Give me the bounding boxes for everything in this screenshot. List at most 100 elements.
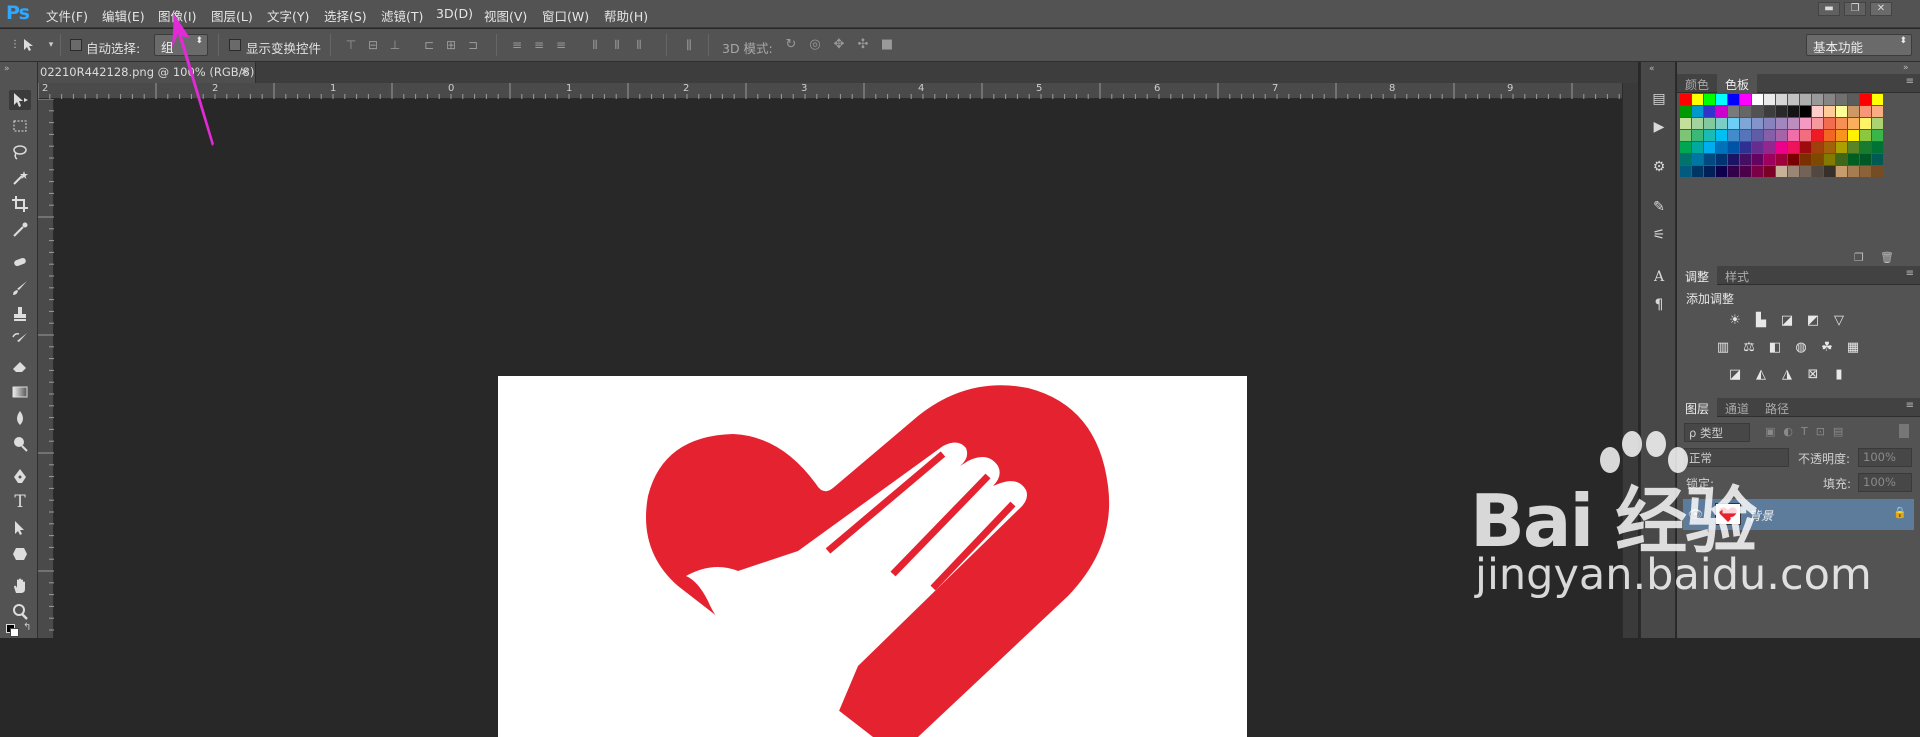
fill-field[interactable]: 100%	[1858, 473, 1912, 492]
horizontal-ruler[interactable]: 2 2 1 0 1 2 3 4 5 6 7 8 9	[38, 83, 1622, 99]
swatch[interactable]	[1776, 130, 1787, 141]
swatch[interactable]	[1764, 142, 1775, 153]
menu-filter[interactable]: 滤镜(T)	[381, 6, 423, 25]
swatch[interactable]	[1776, 118, 1787, 129]
3d-slide-icon[interactable]: ✣	[856, 38, 870, 52]
swatch[interactable]	[1716, 106, 1727, 117]
brush-panel-icon[interactable]: ✎	[1650, 198, 1668, 216]
color-swatches-mini[interactable]: ↰	[4, 622, 34, 638]
menu-type[interactable]: 文字(Y)	[267, 6, 309, 25]
align-left-icon[interactable]: ⊏	[422, 38, 436, 52]
swatch[interactable]	[1848, 118, 1859, 129]
swatch[interactable]	[1860, 94, 1871, 105]
swatch[interactable]	[1740, 142, 1751, 153]
swatch[interactable]	[1872, 142, 1883, 153]
swatch[interactable]	[1836, 106, 1847, 117]
swatch[interactable]	[1752, 118, 1763, 129]
swatch[interactable]	[1812, 142, 1823, 153]
swatch[interactable]	[1848, 142, 1859, 153]
swatch[interactable]	[1680, 106, 1691, 117]
swatch[interactable]	[1824, 142, 1835, 153]
swatch[interactable]	[1692, 166, 1703, 177]
document-canvas[interactable]	[498, 376, 1247, 737]
posterize-icon[interactable]: ◭	[1752, 367, 1770, 383]
swatch[interactable]	[1752, 142, 1763, 153]
swatch[interactable]	[1800, 142, 1811, 153]
swatch[interactable]	[1716, 166, 1727, 177]
shape-tool-icon[interactable]	[9, 544, 31, 564]
collapse-toolbar-icon[interactable]: »	[4, 64, 10, 74]
swatch[interactable]	[1728, 118, 1739, 129]
crop-tool-icon[interactable]	[9, 194, 31, 214]
layer-filter-kind-dropdown[interactable]: ρ 类型	[1684, 423, 1750, 442]
brightness-contrast-icon[interactable]: ☀	[1726, 313, 1744, 329]
swatch[interactable]	[1800, 118, 1811, 129]
path-selection-tool-icon[interactable]	[9, 518, 31, 538]
eraser-tool-icon[interactable]	[9, 356, 31, 376]
swatch[interactable]	[1692, 142, 1703, 153]
healing-brush-tool-icon[interactable]	[9, 252, 31, 272]
levels-icon[interactable]: ▙	[1752, 313, 1770, 329]
swatch[interactable]	[1740, 106, 1751, 117]
swatch[interactable]	[1764, 94, 1775, 105]
dodge-tool-icon[interactable]	[9, 434, 31, 454]
swatch[interactable]	[1788, 130, 1799, 141]
magic-wand-tool-icon[interactable]	[9, 168, 31, 188]
hue-saturation-icon[interactable]: ▥	[1714, 340, 1732, 356]
swatch[interactable]	[1680, 154, 1691, 165]
filter-toggle-switch[interactable]	[1899, 424, 1909, 438]
swatch[interactable]	[1800, 130, 1811, 141]
type-tool-icon[interactable]: T	[9, 492, 31, 512]
swatch[interactable]	[1680, 130, 1691, 141]
swatch[interactable]	[1776, 154, 1787, 165]
swatch[interactable]	[1860, 106, 1871, 117]
invert-icon[interactable]: ◪	[1726, 367, 1744, 383]
swatch[interactable]	[1764, 106, 1775, 117]
swatch[interactable]	[1824, 154, 1835, 165]
align-bottom-icon[interactable]: ⊥	[388, 38, 402, 52]
swatch[interactable]	[1764, 118, 1775, 129]
align-right-icon[interactable]: ⊐	[466, 38, 480, 52]
swatch[interactable]	[1752, 130, 1763, 141]
panel-menu-icon[interactable]: ≡	[1906, 268, 1914, 279]
swatch[interactable]	[1860, 130, 1871, 141]
swatch[interactable]	[1836, 142, 1847, 153]
swatch[interactable]	[1824, 118, 1835, 129]
swatch[interactable]	[1824, 94, 1835, 105]
swatch[interactable]	[1752, 94, 1763, 105]
align-vcenter-icon[interactable]: ⊟	[366, 38, 380, 52]
blur-tool-icon[interactable]	[9, 408, 31, 428]
swatch[interactable]	[1740, 118, 1751, 129]
swatch[interactable]	[1860, 142, 1871, 153]
tab-swatches[interactable]: 色板	[1717, 74, 1758, 93]
swatch[interactable]	[1848, 166, 1859, 177]
panel-menu-icon[interactable]: ≡	[1906, 76, 1914, 87]
preset-dropdown-icon[interactable]: ▾	[44, 38, 58, 52]
align-top-icon[interactable]: ⊤	[344, 38, 358, 52]
swatch[interactable]	[1692, 118, 1703, 129]
swatch[interactable]	[1824, 130, 1835, 141]
swatch[interactable]	[1704, 154, 1715, 165]
threshold-icon[interactable]: ◮	[1778, 367, 1796, 383]
swatch[interactable]	[1800, 166, 1811, 177]
distribute-left-icon[interactable]: ⫴	[588, 38, 602, 52]
swatch[interactable]	[1680, 142, 1691, 153]
vertical-ruler[interactable]	[38, 99, 54, 638]
workspace-dropdown[interactable]: 基本功能 ⬍	[1806, 34, 1912, 56]
swatch[interactable]	[1788, 142, 1799, 153]
color-balance-icon[interactable]: ⚖	[1740, 340, 1758, 356]
swatch[interactable]	[1860, 154, 1871, 165]
swatch[interactable]	[1872, 154, 1883, 165]
swatch[interactable]	[1812, 166, 1823, 177]
swatch[interactable]	[1692, 94, 1703, 105]
swatch[interactable]	[1764, 154, 1775, 165]
swatch[interactable]	[1776, 94, 1787, 105]
actions-panel-icon[interactable]: ▶	[1650, 118, 1668, 136]
exposure-icon[interactable]: ◩	[1804, 313, 1822, 329]
swatch[interactable]	[1764, 166, 1775, 177]
swatch-grid[interactable]	[1680, 94, 1916, 234]
swatch[interactable]	[1740, 94, 1751, 105]
clone-stamp-tool-icon[interactable]	[9, 304, 31, 324]
swatch[interactable]	[1728, 130, 1739, 141]
distribute-top-icon[interactable]: ≡	[510, 38, 524, 52]
